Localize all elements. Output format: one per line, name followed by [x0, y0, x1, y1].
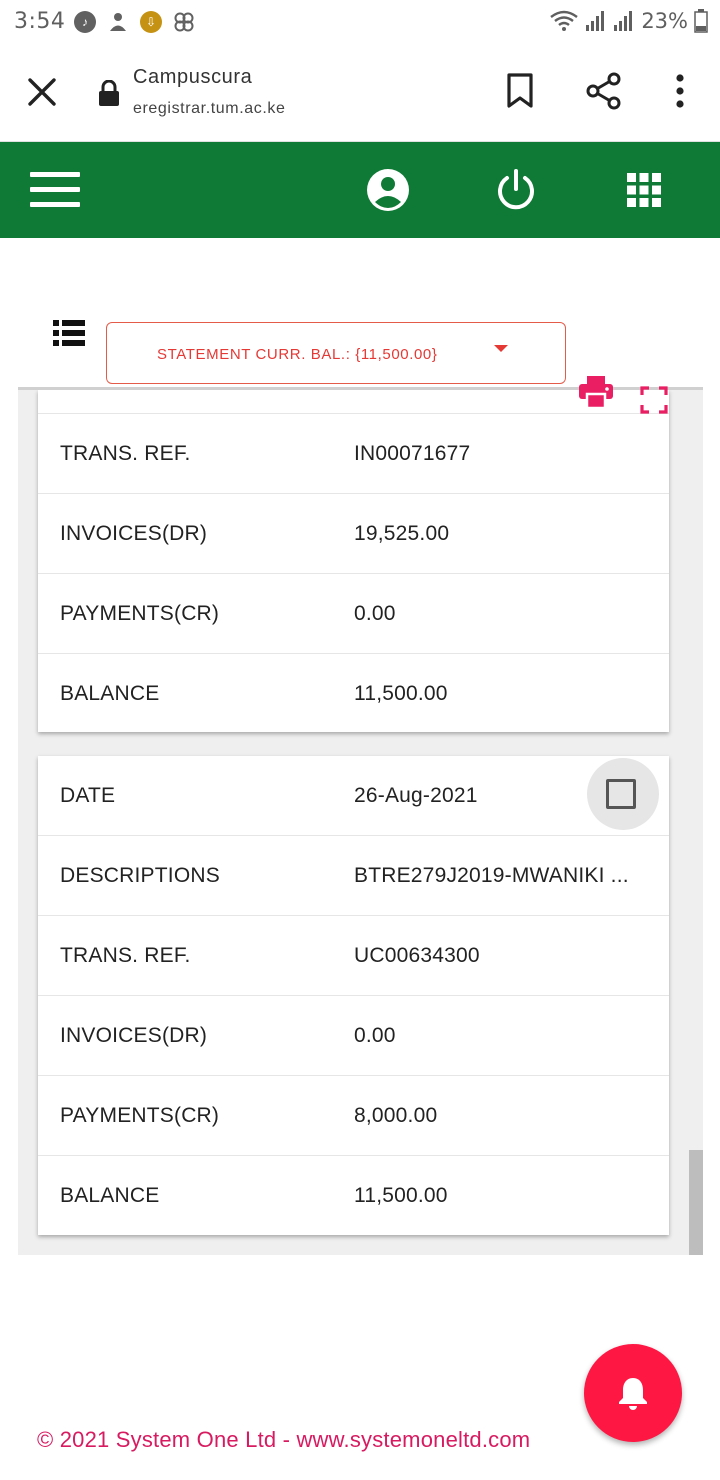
- apps-grid-icon[interactable]: [620, 166, 668, 214]
- bell-icon: [619, 1378, 647, 1410]
- table-row: INVOICES(DR) 19,525.00: [38, 494, 669, 574]
- notifications-button[interactable]: [584, 1344, 682, 1442]
- table-row: INVOICES(DR) 0.00: [38, 996, 669, 1076]
- field-value: 0.00: [354, 1024, 396, 1047]
- statement-balance-select[interactable]: STATEMENT CURR. BAL.: {11,500.00}: [106, 322, 566, 384]
- field-value: 26-Aug-2021: [354, 784, 478, 807]
- footer-copyright[interactable]: © 2021 System One Ltd - www.systemoneltd…: [37, 1427, 530, 1453]
- status-notification-icons: ♪ ⇩: [74, 10, 196, 34]
- menu-icon[interactable]: [30, 170, 82, 210]
- table-row: DESCRIPTIONS BTRE279J2019-MWANIKI ...: [38, 836, 669, 916]
- app-header: [0, 142, 720, 238]
- field-label: INVOICES(DR): [60, 522, 208, 545]
- transaction-card: DATE 26-Aug-2021 DESCRIPTIONS BTRE279J20…: [38, 756, 669, 1235]
- share-button[interactable]: [585, 72, 623, 110]
- status-time: 3:54: [14, 9, 66, 34]
- bookmark-button[interactable]: [504, 72, 536, 110]
- table-row: [38, 390, 669, 414]
- field-label: TRANS. REF.: [60, 442, 191, 465]
- table-row: DATE 26-Aug-2021: [38, 756, 669, 836]
- music-notification-icon: ♪: [74, 11, 96, 33]
- close-tab-button[interactable]: [24, 74, 60, 110]
- site-title: Campuscura: [133, 66, 253, 88]
- table-row: BALANCE 11,500.00: [38, 654, 669, 734]
- field-value: BTRE279J2019-MWANIKI ...: [354, 864, 629, 887]
- field-value: UC00634300: [354, 944, 480, 967]
- checkbox-icon: [606, 779, 636, 809]
- browser-toolbar: Campuscura eregistrar.tum.ac.ke: [0, 44, 720, 142]
- field-label: BALANCE: [60, 682, 160, 705]
- site-url: eregistrar.tum.ac.ke: [133, 100, 286, 117]
- account-icon[interactable]: [364, 166, 412, 214]
- list-icon[interactable]: [52, 318, 86, 348]
- field-label: DATE: [60, 784, 116, 807]
- pinwheel-notification-icon: [174, 12, 194, 32]
- power-icon[interactable]: [492, 166, 540, 214]
- field-value: 0.00: [354, 602, 396, 625]
- field-label: DESCRIPTIONS: [60, 864, 220, 887]
- field-label: PAYMENTS(CR): [60, 602, 220, 625]
- table-row: BALANCE 11,500.00: [38, 1156, 669, 1236]
- transaction-card: TRANS. REF. IN00071677 INVOICES(DR) 19,5…: [38, 390, 669, 732]
- signal-icon-1: [586, 11, 605, 31]
- field-label: PAYMENTS(CR): [60, 1104, 220, 1127]
- app-notification-icon: [110, 13, 126, 31]
- select-row-checkbox[interactable]: [587, 758, 659, 830]
- fullscreen-icon[interactable]: [640, 386, 668, 414]
- download-notification-icon: ⇩: [140, 11, 162, 33]
- table-row: PAYMENTS(CR) 8,000.00: [38, 1076, 669, 1156]
- status-system-icons: 23%: [549, 9, 708, 33]
- chevron-down-icon: [494, 345, 508, 352]
- statement-list[interactable]: TRANS. REF. IN00071677 INVOICES(DR) 19,5…: [18, 387, 703, 1255]
- status-bar: 3:54 ♪ ⇩ 23%: [0, 0, 720, 44]
- statement-balance-label: STATEMENT CURR. BAL.: {11,500.00}: [157, 346, 438, 363]
- table-row: PAYMENTS(CR) 0.00: [38, 574, 669, 654]
- battery-icon: [694, 9, 708, 33]
- field-value: 8,000.00: [354, 1104, 438, 1127]
- scrollbar[interactable]: [689, 1150, 703, 1255]
- lock-icon: [99, 80, 119, 106]
- field-value: IN00071677: [354, 442, 471, 465]
- battery-percent: 23%: [641, 9, 688, 33]
- table-row: TRANS. REF. IN00071677: [38, 414, 669, 494]
- wifi-icon: [550, 10, 579, 31]
- signal-icon-2: [614, 11, 633, 31]
- field-label: INVOICES(DR): [60, 1024, 208, 1047]
- print-icon[interactable]: [578, 374, 614, 410]
- table-row: TRANS. REF. UC00634300: [38, 916, 669, 996]
- field-label: TRANS. REF.: [60, 944, 191, 967]
- field-label: BALANCE: [60, 1184, 160, 1207]
- more-options-button[interactable]: [664, 72, 696, 110]
- field-value: 19,525.00: [354, 522, 450, 545]
- field-value: 11,500.00: [354, 1184, 448, 1207]
- field-value: 11,500.00: [354, 682, 448, 705]
